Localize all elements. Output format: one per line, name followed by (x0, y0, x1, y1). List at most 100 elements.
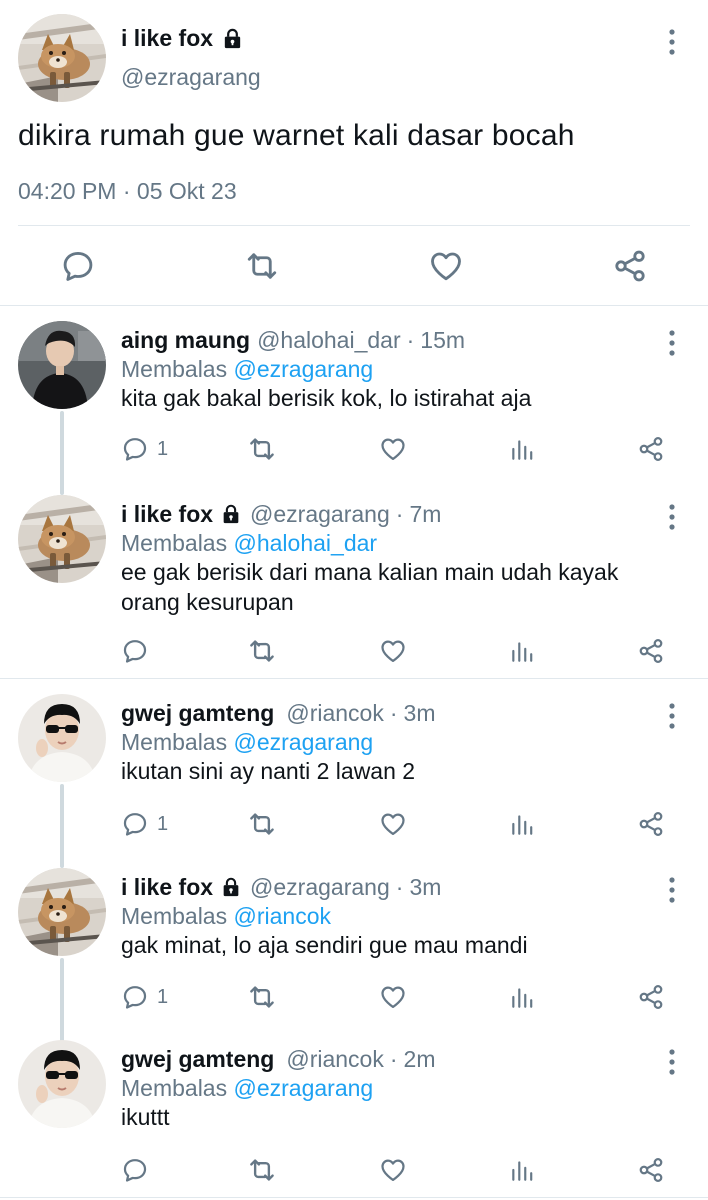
share-action[interactable] (637, 434, 665, 464)
replying-mention[interactable]: @riancok (234, 903, 332, 929)
reply-author-name[interactable]: gwej gamteng (121, 698, 274, 728)
reply-thread: gwej gamteng @riancok · 3m Membalas @ezr… (0, 680, 708, 1198)
reply-author-handle[interactable]: @ezragarang (250, 499, 390, 529)
share-icon[interactable] (637, 810, 665, 838)
like-action[interactable] (379, 636, 407, 666)
retweet-icon[interactable] (247, 434, 277, 464)
timestamp-separator: · (122, 178, 131, 204)
reply-icon[interactable] (60, 248, 96, 284)
reply-tweet[interactable]: i like fox @ezragarang · 3m Membalas @ri… (0, 854, 708, 1026)
reply-author-handle[interactable]: @riancok (286, 1044, 384, 1074)
reply-separator: · (395, 501, 404, 527)
more-options-icon[interactable] (660, 1048, 684, 1076)
like-icon[interactable] (379, 810, 407, 838)
reply-author-handle[interactable]: @halohai_dar (257, 325, 401, 355)
views-icon[interactable] (509, 1157, 535, 1183)
share-icon[interactable] (612, 248, 648, 284)
reply-avatar[interactable] (18, 321, 106, 409)
reply-action[interactable] (121, 636, 157, 666)
replying-to: Membalas @ezragarang (121, 354, 373, 384)
like-icon[interactable] (379, 435, 407, 463)
more-options-icon[interactable] (660, 503, 684, 531)
retweet-action[interactable] (247, 809, 277, 839)
reply-icon[interactable] (121, 810, 149, 838)
like-action[interactable] (379, 982, 407, 1012)
share-action[interactable] (637, 982, 665, 1012)
share-action[interactable] (637, 809, 665, 839)
share-icon[interactable] (637, 435, 665, 463)
main-tweet-handle[interactable]: @ezragarang (121, 61, 261, 93)
reply-author-name[interactable]: gwej gamteng (121, 1044, 274, 1074)
reply-icon[interactable] (121, 435, 149, 463)
reply-avatar[interactable] (18, 868, 106, 956)
reply-icon[interactable] (121, 637, 149, 665)
replying-to: Membalas @ezragarang (121, 1073, 373, 1103)
share-icon[interactable] (637, 1156, 665, 1184)
views-icon[interactable] (509, 436, 535, 462)
views-action[interactable] (509, 982, 535, 1012)
retweet-action[interactable] (247, 1155, 277, 1185)
reply-author-name[interactable]: i like fox (121, 872, 213, 902)
reply-tweet[interactable]: aing maung @halohai_dar · 15m Membalas @… (0, 307, 708, 479)
like-action[interactable] (379, 434, 407, 464)
share-action[interactable] (637, 1155, 665, 1185)
views-action[interactable] (509, 1155, 535, 1185)
more-options-icon[interactable] (660, 329, 684, 357)
reply-action[interactable]: 1 (121, 809, 168, 839)
views-icon[interactable] (509, 638, 535, 664)
share-action[interactable] (637, 636, 665, 666)
reply-author-name[interactable]: aing maung (121, 325, 250, 355)
views-action[interactable] (509, 434, 535, 464)
like-icon[interactable] (428, 248, 464, 284)
retweet-action[interactable] (247, 982, 277, 1012)
reply-actions: 1 (121, 434, 678, 464)
views-icon[interactable] (509, 811, 535, 837)
more-options-icon[interactable] (660, 702, 684, 730)
replying-mention[interactable]: @halohai_dar (234, 530, 378, 556)
reply-avatar[interactable] (18, 1040, 106, 1128)
reply-action[interactable] (121, 1155, 157, 1185)
share-icon[interactable] (637, 637, 665, 665)
like-action[interactable] (379, 809, 407, 839)
reply-avatar[interactable] (18, 694, 106, 782)
reply-tweet[interactable]: i like fox @ezragarang · 7m Membalas @ha… (0, 481, 708, 679)
replying-mention[interactable]: @ezragarang (234, 1075, 374, 1101)
more-options-icon[interactable] (660, 28, 684, 56)
replying-mention[interactable]: @ezragarang (234, 729, 374, 755)
lock-icon (221, 27, 244, 50)
views-action[interactable] (509, 809, 535, 839)
retweet-icon[interactable] (247, 809, 277, 839)
retweet-icon[interactable] (247, 636, 277, 666)
reply-thread: aing maung @halohai_dar · 15m Membalas @… (0, 307, 708, 679)
main-tweet-time: 04:20 PM (18, 178, 117, 204)
views-action[interactable] (509, 636, 535, 666)
reply-author-handle[interactable]: @ezragarang (250, 872, 390, 902)
reply-author-name[interactable]: i like fox (121, 499, 213, 529)
retweet-action[interactable] (247, 636, 277, 666)
views-icon[interactable] (509, 984, 535, 1010)
reply-action[interactable]: 1 (121, 434, 168, 464)
like-icon[interactable] (379, 1156, 407, 1184)
retweet-icon[interactable] (244, 248, 280, 284)
more-options-icon[interactable] (660, 876, 684, 904)
like-icon[interactable] (379, 637, 407, 665)
retweet-action[interactable] (247, 434, 277, 464)
reply-tweet[interactable]: gwej gamteng @riancok · 3m Membalas @ezr… (0, 680, 708, 852)
person-sunglasses-avatar-icon (18, 694, 106, 782)
reply-tweet[interactable]: gwej gamteng @riancok · 2m Membalas @ezr… (0, 1026, 708, 1198)
reply-avatar[interactable] (18, 495, 106, 583)
like-action[interactable] (379, 1155, 407, 1185)
reply-header: gwej gamteng @riancok · 3m (121, 698, 435, 728)
reply-icon[interactable] (121, 983, 149, 1011)
retweet-icon[interactable] (247, 982, 277, 1012)
main-tweet-name[interactable]: i like fox (121, 22, 213, 54)
main-tweet-avatar[interactable] (18, 14, 106, 102)
reply-action[interactable]: 1 (121, 982, 168, 1012)
replying-mention[interactable]: @ezragarang (234, 356, 374, 382)
share-icon[interactable] (637, 983, 665, 1011)
main-tweet-author[interactable]: i like fox (121, 22, 244, 54)
reply-author-handle[interactable]: @riancok (286, 698, 384, 728)
like-icon[interactable] (379, 983, 407, 1011)
retweet-icon[interactable] (247, 1155, 277, 1185)
reply-icon[interactable] (121, 1156, 149, 1184)
